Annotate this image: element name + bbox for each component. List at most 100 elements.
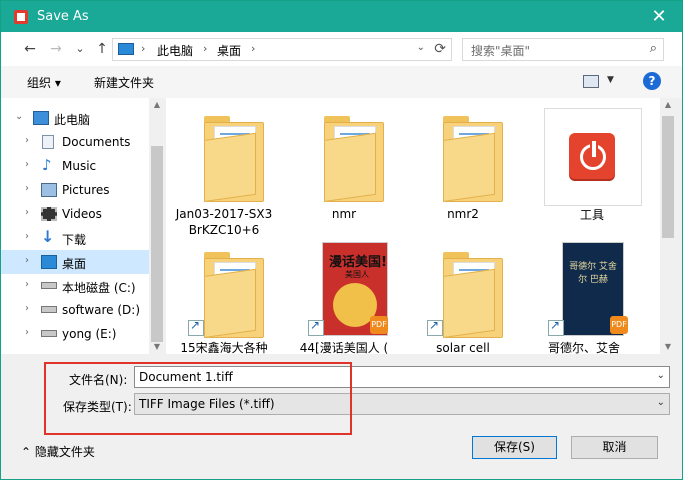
expand-arrow-icon[interactable]: › <box>25 159 29 170</box>
expand-arrow-icon[interactable]: › <box>25 183 29 194</box>
music-icon: ♪ <box>42 156 52 174</box>
file-item-book-shortcut[interactable]: 哥德尔 艾舍尔 巴赫 PDF 哥德尔、艾舍 <box>528 238 640 354</box>
recent-locations-icon[interactable]: ⌄ <box>71 40 89 58</box>
breadcrumb-separator: › <box>141 42 146 55</box>
address-bar[interactable]: › 此电脑 › 桌面 › ⌄ ⟳ <box>112 38 452 61</box>
desktop-icon <box>41 255 57 269</box>
chevron-down-icon[interactable]: ⌄ <box>657 370 665 381</box>
save-button[interactable]: 保存(S) <box>472 436 557 459</box>
expand-arrow-icon[interactable]: › <box>25 207 29 218</box>
expand-arrow-icon[interactable]: › <box>25 135 29 146</box>
drive-icon <box>41 330 57 337</box>
file-name: 哥德尔、艾舍 <box>547 341 620 354</box>
pictures-icon <box>41 183 57 197</box>
up-arrow-icon[interactable]: ↑ <box>93 40 111 58</box>
file-name: 44[漫话美国人 ( <box>299 341 389 354</box>
scroll-thumb[interactable] <box>151 146 163 342</box>
cover-subtitle: 美国人 <box>345 270 369 279</box>
file-item-folder-shortcut[interactable]: solar cell <box>407 238 519 354</box>
expand-arrow-icon[interactable]: › <box>25 255 29 266</box>
hide-folders-toggle[interactable]: ⌃ 隐藏文件夹 <box>21 443 95 460</box>
breadcrumb-desktop[interactable]: 桌面 <box>217 42 241 59</box>
cover-title: 漫话美国! <box>329 255 387 270</box>
file-list: Jan03-2017-SX3 BrKZC10+6 nmr nmr2 工具 ↗ 1… <box>166 98 660 354</box>
file-name: Jan03-2017-SX3 <box>175 207 273 221</box>
scroll-up-icon[interactable]: ▲ <box>660 100 676 109</box>
sidebar-item-label: Pictures <box>62 183 110 197</box>
shortcut-arrow-icon <box>427 318 443 336</box>
folder-icon <box>324 116 386 202</box>
chevron-down-icon[interactable]: ⌄ <box>657 397 665 408</box>
app-logo-icon <box>14 10 28 24</box>
sidebar-item-label: 此电脑 <box>54 113 91 127</box>
folder-icon <box>204 116 266 202</box>
file-item-folder[interactable]: nmr <box>288 98 400 238</box>
file-item-folder[interactable]: nmr2 <box>407 98 519 238</box>
save-as-dialog: Save As ✕ ← → ⌄ ↑ › 此电脑 › 桌面 › ⌄ ⟳ 搜索"桌面… <box>0 0 683 480</box>
sidebar-item-label: 本地磁盘 (C:) <box>62 281 136 295</box>
title-bar: Save As ✕ <box>1 1 682 32</box>
sidebar-item-label: Music <box>62 159 97 173</box>
breadcrumb-this-pc[interactable]: 此电脑 <box>157 42 193 59</box>
hide-folders-label: 隐藏文件夹 <box>34 445 95 459</box>
sidebar-item-music[interactable]: › ♪ Music <box>1 154 149 178</box>
file-name: nmr <box>331 207 357 221</box>
sidebar-item-label: 下载 <box>62 233 87 247</box>
file-item-folder-shortcut[interactable]: 15宋鑫海大各种 <box>168 238 280 354</box>
download-arrow-icon: ↓ <box>41 227 55 246</box>
navigation-pane: ⌄ 此电脑 › Documents › ♪ Music › Pictures ›… <box>1 98 149 354</box>
expand-arrow-icon[interactable]: › <box>25 327 29 338</box>
sidebar-item-this-pc[interactable]: ⌄ 此电脑 <box>1 106 149 130</box>
view-options-icon[interactable] <box>583 75 599 88</box>
forward-arrow-icon[interactable]: → <box>47 40 65 58</box>
folder-icon <box>204 252 266 338</box>
sidebar-item-documents[interactable]: › Documents <box>1 130 149 154</box>
address-dropdown-icon[interactable]: ⌄ <box>417 42 425 53</box>
file-name: solar cell <box>436 341 490 354</box>
scroll-down-icon[interactable]: ▼ <box>149 342 165 351</box>
new-folder-button[interactable]: 新建文件夹 <box>94 74 154 91</box>
highlight-annotation-box <box>44 362 352 435</box>
sidebar-scrollbar[interactable]: ▲ ▼ <box>149 98 165 354</box>
back-arrow-icon[interactable]: ← <box>21 40 39 58</box>
file-name: 工具 <box>579 208 604 222</box>
search-box[interactable]: 搜索"桌面" ⌕ <box>462 38 664 61</box>
chevron-up-icon: ⌃ <box>21 445 32 459</box>
app-thumbnail <box>544 108 642 206</box>
breadcrumb-separator: › <box>203 42 208 55</box>
sidebar-item-label: 桌面 <box>62 257 87 271</box>
sidebar-item-drive-d[interactable]: › software (D:) <box>1 298 149 322</box>
sidebar-item-pictures[interactable]: › Pictures <box>1 178 149 202</box>
view-dropdown-icon[interactable]: ▼ <box>607 75 614 85</box>
close-button[interactable]: ✕ <box>636 1 682 32</box>
file-item-folder[interactable]: Jan03-2017-SX3 BrKZC10+6 <box>168 98 280 238</box>
sidebar-item-desktop[interactable]: › 桌面 <box>1 250 149 274</box>
refresh-icon[interactable]: ⟳ <box>434 41 446 57</box>
sidebar-item-videos[interactable]: › Videos <box>1 202 149 226</box>
breadcrumb-separator: › <box>251 42 256 55</box>
expand-arrow-icon[interactable]: › <box>25 279 29 290</box>
organize-button[interactable]: 组织 ▾ <box>27 74 61 91</box>
expand-arrow-icon[interactable]: › <box>25 231 29 242</box>
cancel-button[interactable]: 取消 <box>571 436 658 459</box>
file-item-book-shortcut[interactable]: 漫话美国! 美国人 PDF 44[漫话美国人 ( <box>288 238 400 354</box>
documents-icon <box>42 135 54 149</box>
sidebar-item-drive-e[interactable]: › yong (E:) <box>1 322 149 346</box>
sidebar-item-drive-c[interactable]: › 本地磁盘 (C:) <box>1 274 149 298</box>
content-scrollbar[interactable]: ▲ ▼ <box>660 98 676 354</box>
sidebar-item-downloads[interactable]: › ↓ 下载 <box>1 226 149 250</box>
scroll-down-icon[interactable]: ▼ <box>660 342 676 351</box>
navigation-bar: ← → ⌄ ↑ › 此电脑 › 桌面 › ⌄ ⟳ 搜索"桌面" ⌕ <box>1 32 682 66</box>
search-placeholder: 搜索"桌面" <box>471 44 531 58</box>
pdf-badge-icon: PDF <box>610 316 628 334</box>
folder-icon <box>443 252 505 338</box>
pdf-badge-icon: PDF <box>370 316 388 334</box>
folder-icon <box>443 116 505 202</box>
expand-arrow-icon[interactable]: › <box>25 303 29 314</box>
scroll-thumb[interactable] <box>662 116 674 238</box>
help-icon[interactable]: ? <box>643 72 661 90</box>
computer-icon <box>118 43 134 55</box>
scroll-up-icon[interactable]: ▲ <box>149 100 165 109</box>
collapse-arrow-icon[interactable]: ⌄ <box>15 111 23 122</box>
cover-title: 哥德尔 艾舍尔 巴赫 <box>569 262 617 285</box>
